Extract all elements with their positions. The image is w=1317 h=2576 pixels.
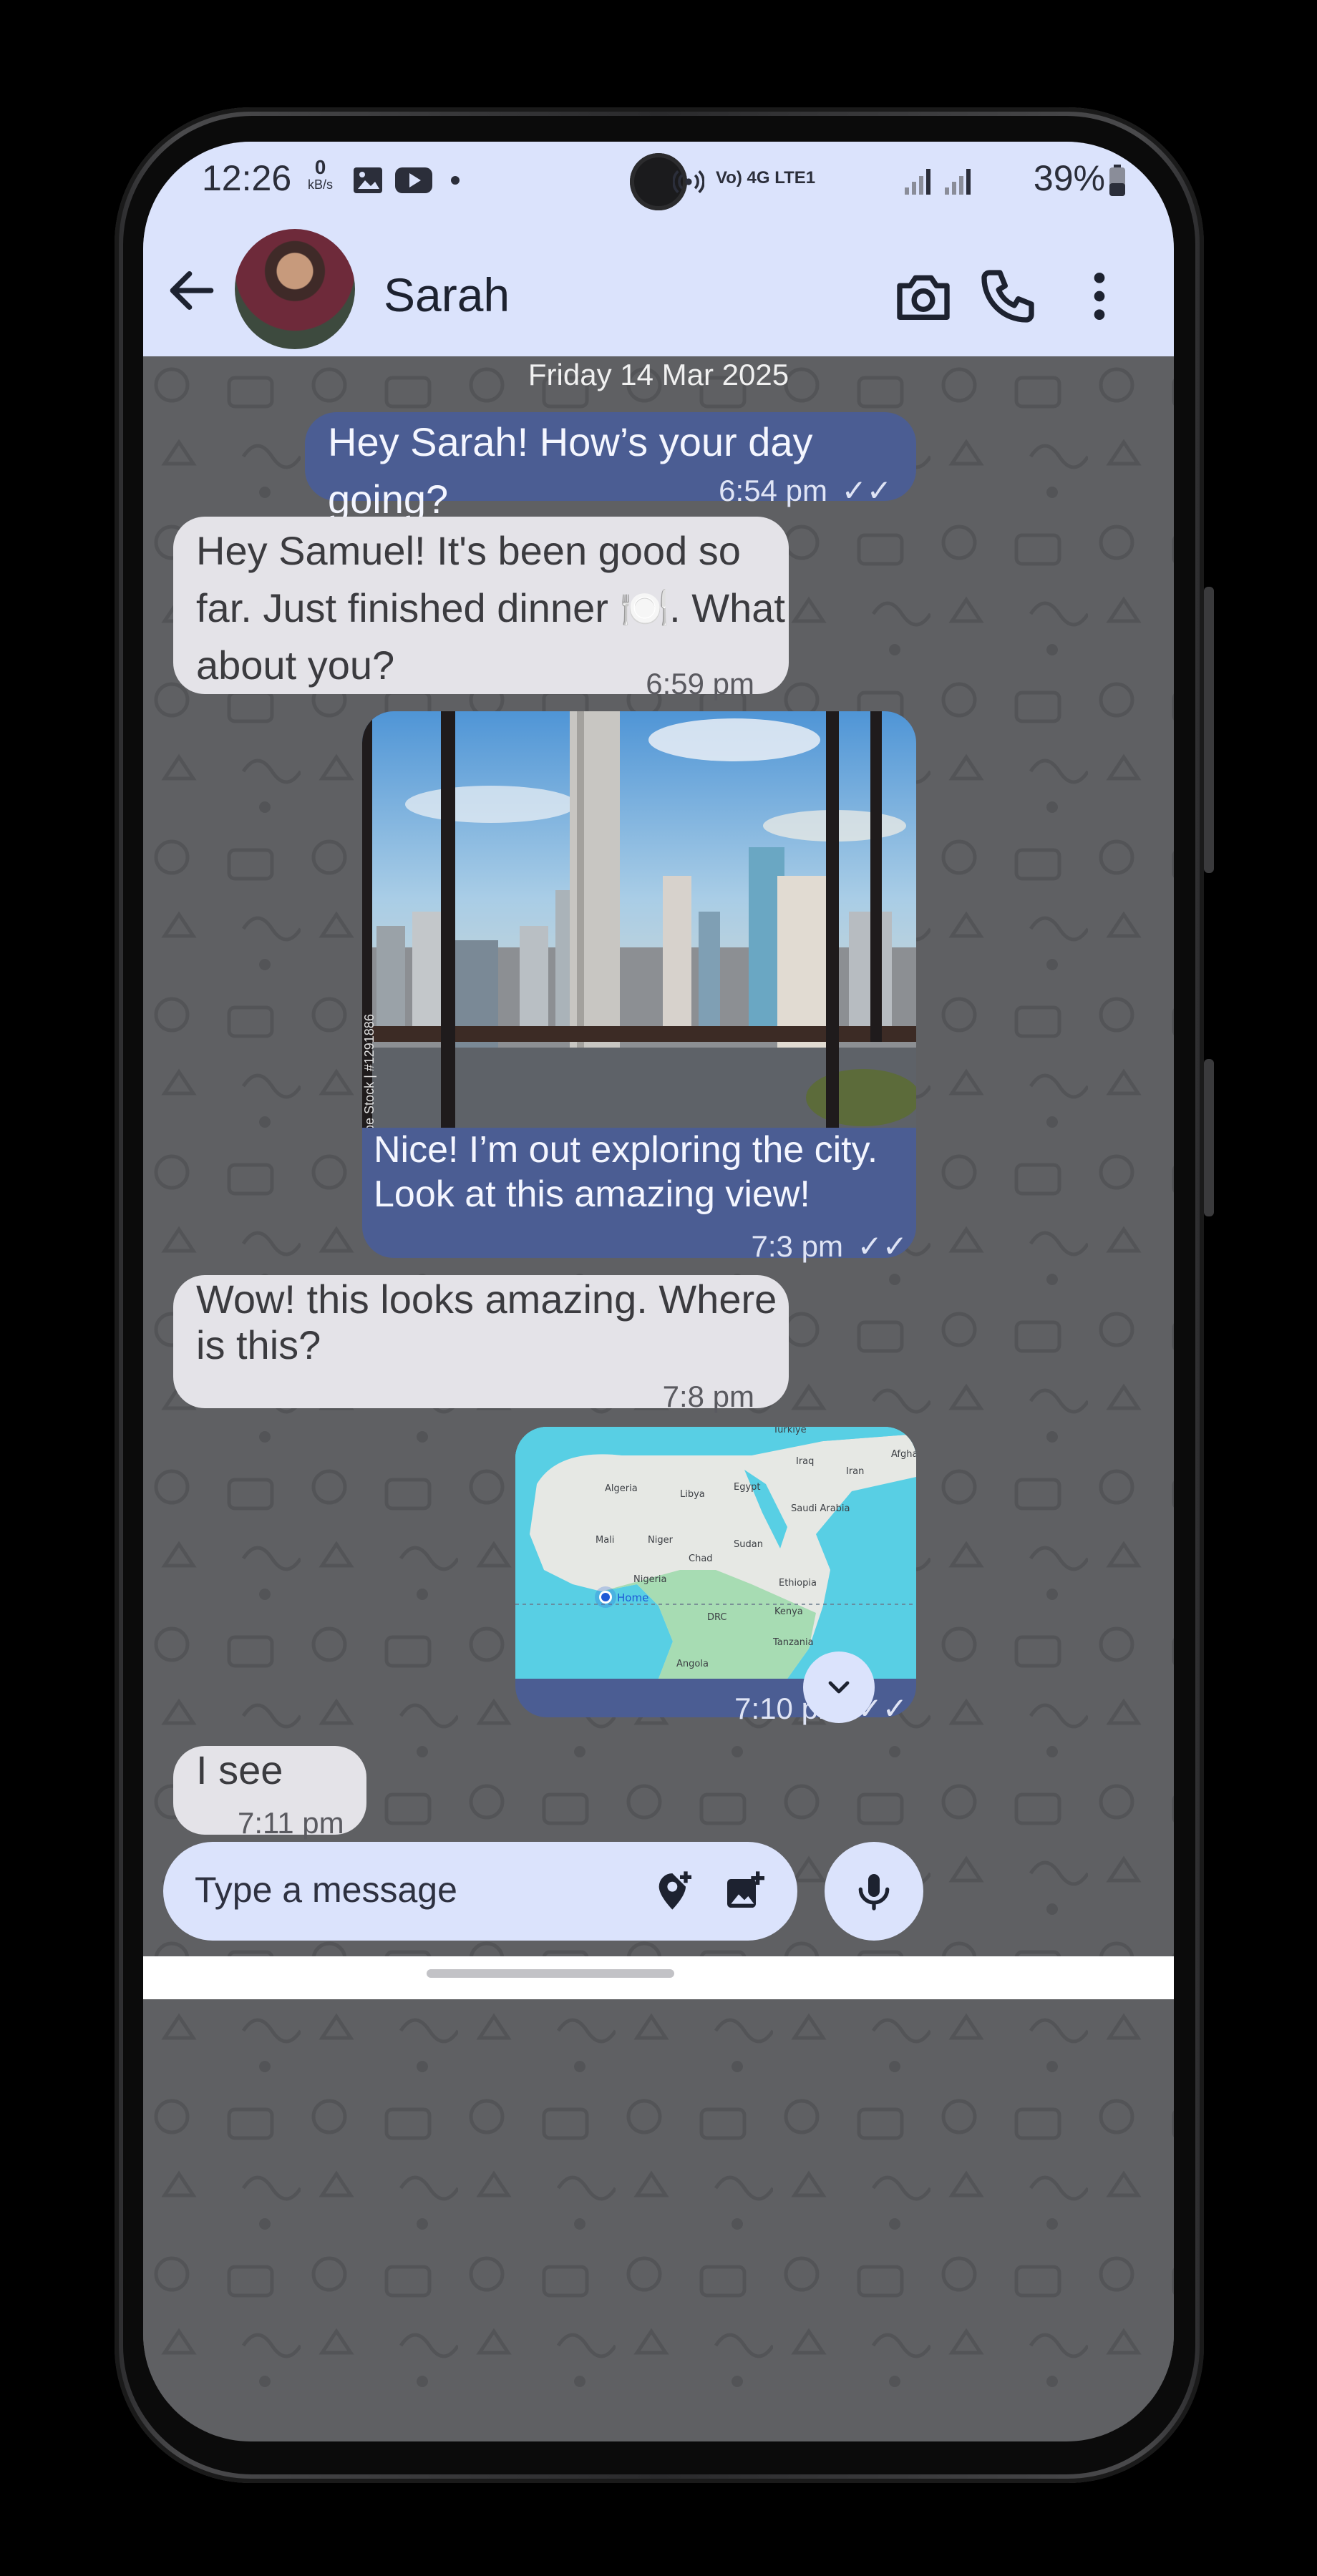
message-bubble-outgoing[interactable]: Hey Sarah! How’s your day going? 6:54 pm… <box>305 412 916 522</box>
message-timestamp: 6:59 pm <box>646 667 754 701</box>
message-bubble-incoming[interactable]: Hey Samuel! It's been good so far. Just … <box>173 517 789 701</box>
map-label-iran: Iran <box>846 1466 864 1477</box>
home-indicator[interactable] <box>427 1969 674 1978</box>
city-view-photo[interactable]: Adobe Stock | #1291886 <box>362 711 916 1128</box>
scroll-to-bottom-button[interactable] <box>803 1652 875 1723</box>
add-photo-icon[interactable] <box>721 1868 767 1913</box>
volte-label: Vo) 4G LTE1 <box>716 168 816 187</box>
chevron-down-icon <box>828 1681 850 1694</box>
read-receipt-icon: ✓✓ <box>857 1229 908 1263</box>
volume-button <box>1204 587 1214 873</box>
map-pin-label: Home <box>617 1591 648 1604</box>
message-text: Nice! I’m out exploring the city. Look a… <box>374 1129 878 1215</box>
map-label-libya: Libya <box>680 1489 705 1500</box>
message-timestamp: 7:8 pm <box>662 1380 754 1413</box>
city-skyline-image <box>362 711 916 1128</box>
net-speed-unit: kB/s <box>308 177 334 192</box>
read-receipt-icon: ✓✓ <box>841 474 892 507</box>
hotspot-icon <box>673 170 704 193</box>
message-text: Wow! this looks amazing. Where is this? <box>196 1277 777 1367</box>
message-bubble-incoming[interactable]: Wow! this looks amazing. Where is this? … <box>173 1275 789 1413</box>
more-options-icon[interactable] <box>1078 265 1121 328</box>
gallery-notification-icon <box>354 167 382 193</box>
map-label-mali: Mali <box>596 1535 614 1546</box>
map-label-iraq: Iraq <box>796 1456 814 1467</box>
map-label-ethiopia: Ethiopia <box>779 1578 817 1589</box>
message-text: I see <box>196 1747 283 1792</box>
map-label-chad: Chad <box>689 1553 713 1564</box>
net-speed: 0 kB/s <box>308 156 334 193</box>
message-timestamp: 6:54 pm <box>719 474 827 507</box>
message-bubble-incoming[interactable]: I see 7:11 pm <box>173 1746 366 1840</box>
power-button <box>1204 1059 1214 1216</box>
phone-call-icon[interactable] <box>976 265 1039 328</box>
map-label-drc: DRC <box>707 1612 726 1623</box>
signal-icon <box>905 169 971 195</box>
map-label-saudi-arabia: Saudi Arabia <box>791 1503 850 1514</box>
map-label-niger: Niger <box>648 1535 674 1546</box>
screen: 12:26 0 kB/s Vo) 4G LTE1 39% Sarah Frida… <box>143 142 1174 2441</box>
message-time: 7:3 pm ✓✓ <box>752 1218 908 1275</box>
map-label-egypt: Egypt <box>734 1482 761 1493</box>
contact-avatar[interactable] <box>235 229 355 349</box>
voice-message-button[interactable] <box>825 1842 923 1941</box>
africa-map: Türkiye Afghanistan Iraq Iran Algeria Li… <box>515 1427 916 1679</box>
gesture-nav-bar <box>143 1956 1174 1999</box>
date-separator: Friday 14 Mar 2025 <box>528 358 789 391</box>
map-label-tanzania: Tanzania <box>772 1637 814 1648</box>
message-timestamp: 7:3 pm <box>751 1229 843 1263</box>
more-notifications-dot-icon <box>451 176 460 185</box>
message-bubble-outgoing-photo[interactable]: Adobe Stock | #1291886 Nice! I’m out exp… <box>362 711 916 1263</box>
battery-icon <box>1109 165 1125 196</box>
map-label-algeria: Algeria <box>605 1483 638 1494</box>
battery-percent: 39% <box>1033 158 1105 198</box>
map-label-nigeria: Nigeria <box>633 1574 667 1585</box>
back-arrow-icon[interactable] <box>163 262 220 319</box>
location-pin-add-icon[interactable] <box>651 1868 697 1913</box>
status-bar: 12:26 0 kB/s Vo) 4G LTE1 39% <box>143 142 1174 220</box>
youtube-notification-icon <box>395 167 432 193</box>
message-input[interactable]: Type a message <box>195 1869 457 1911</box>
map-label-turkiye: Türkiye <box>772 1427 807 1435</box>
map-label-sudan: Sudan <box>734 1539 763 1550</box>
stock-watermark: Adobe Stock | #1291886 <box>362 1014 376 1128</box>
camera-icon[interactable] <box>892 265 955 328</box>
map-label-afghanistan: Afghanistan <box>891 1449 916 1460</box>
microphone-icon <box>858 1874 890 1911</box>
message-composer[interactable]: Type a message <box>163 1842 797 1941</box>
map-label-kenya: Kenya <box>774 1606 803 1617</box>
status-time: 12:26 <box>202 158 292 198</box>
chat-header: Sarah <box>143 220 1174 356</box>
location-map[interactable]: Türkiye Afghanistan Iraq Iran Algeria Li… <box>515 1427 916 1679</box>
message-time: 6:54 pm ✓✓ <box>719 462 892 519</box>
contact-name[interactable]: Sarah <box>384 268 510 322</box>
net-speed-value: 0 <box>314 156 326 178</box>
map-label-angola: Angola <box>676 1659 709 1669</box>
